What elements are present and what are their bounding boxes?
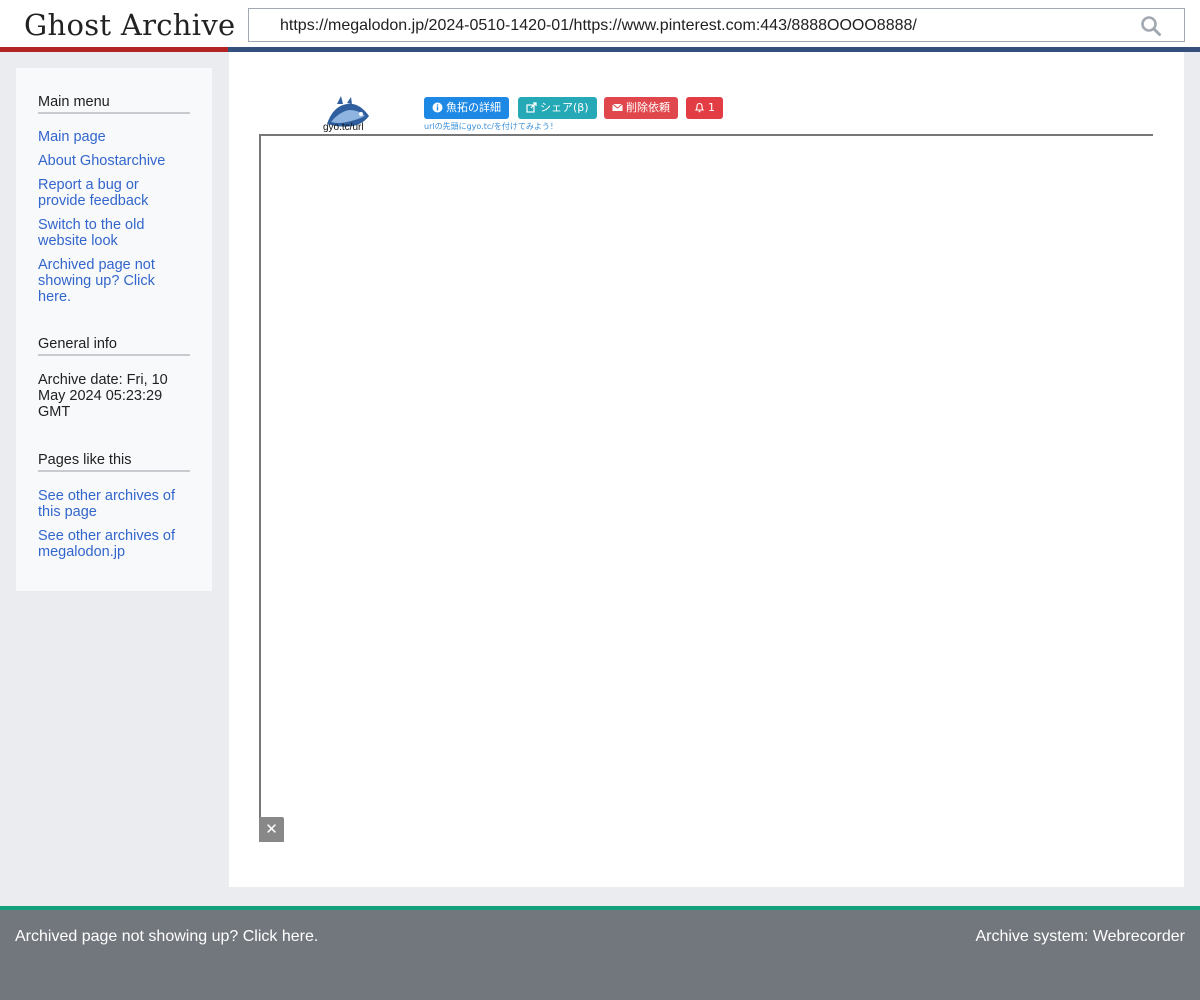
gyo-hint-text: urlの先頭にgyo.tc/を付けてみよう！ bbox=[424, 122, 558, 131]
sidebar-item-report-bug[interactable]: Report a bug or provide feedback bbox=[38, 177, 190, 209]
main-menu-section: Main menu Main page About Ghostarchive R… bbox=[38, 94, 190, 305]
close-icon[interactable]: ✕ bbox=[259, 817, 284, 842]
share-button[interactable]: シェア(β) bbox=[518, 97, 597, 119]
mail-icon bbox=[612, 103, 623, 111]
share-button-label: シェア(β) bbox=[540, 101, 589, 114]
footer-archive-system: Archive system: Webrecorder bbox=[975, 928, 1185, 945]
header-accent-red bbox=[0, 47, 228, 52]
general-info-heading: General info bbox=[38, 336, 190, 356]
archived-page-content: gyo.tc/url 魚拓の詳細 シェア(β) 削除依頼 1 urlの先頭にgy… bbox=[229, 52, 1184, 887]
info-icon bbox=[432, 102, 443, 113]
general-info-section: General info Archive date: Fri, 10 May 2… bbox=[38, 336, 190, 420]
details-button[interactable]: 魚拓の詳細 bbox=[424, 97, 509, 119]
footer-not-showing-link[interactable]: Archived page not showing up? Click here… bbox=[15, 928, 318, 946]
pages-like-this-heading: Pages like this bbox=[38, 452, 190, 472]
sidebar-item-not-showing[interactable]: Archived page not showing up? Click here… bbox=[38, 257, 190, 305]
share-icon bbox=[526, 102, 537, 113]
notification-count: 1 bbox=[708, 101, 715, 114]
sidebar-item-old-look[interactable]: Switch to the old website look bbox=[38, 217, 190, 249]
pages-like-this-section: Pages like this See other archives of th… bbox=[38, 452, 190, 560]
footer: Archived page not showing up? Click here… bbox=[0, 910, 1200, 1000]
header: Ghost Archive https://megalodon.jp/2024-… bbox=[0, 0, 1200, 52]
archive-date: Archive date: Fri, 10 May 2024 05:23:29 … bbox=[38, 372, 168, 420]
sidebar-item-main-page[interactable]: Main page bbox=[38, 129, 190, 145]
search-input[interactable]: https://megalodon.jp/2024-0510-1420-01/h… bbox=[280, 17, 917, 35]
main-menu-heading: Main menu bbox=[38, 94, 190, 114]
search-icon[interactable] bbox=[1140, 15, 1162, 37]
search-bar[interactable]: https://megalodon.jp/2024-0510-1420-01/h… bbox=[248, 8, 1185, 42]
delete-request-label: 削除依頼 bbox=[626, 101, 670, 114]
sidebar: Main menu Main page About Ghostarchive R… bbox=[16, 68, 212, 591]
sidebar-item-other-archives-page[interactable]: See other archives of this page bbox=[38, 488, 190, 520]
delete-request-button[interactable]: 削除依頼 bbox=[604, 97, 678, 119]
gyo-url-label[interactable]: gyo.tc/url bbox=[323, 122, 364, 133]
sidebar-item-about[interactable]: About Ghostarchive bbox=[38, 153, 190, 169]
bell-icon bbox=[694, 102, 705, 113]
sidebar-item-other-archives-domain[interactable]: See other archives of megalodon.jp bbox=[38, 528, 190, 560]
notification-button[interactable]: 1 bbox=[686, 97, 723, 119]
archived-page-frame[interactable] bbox=[259, 134, 1153, 842]
site-logo[interactable]: Ghost Archive bbox=[24, 8, 236, 42]
details-button-label: 魚拓の詳細 bbox=[446, 101, 501, 114]
